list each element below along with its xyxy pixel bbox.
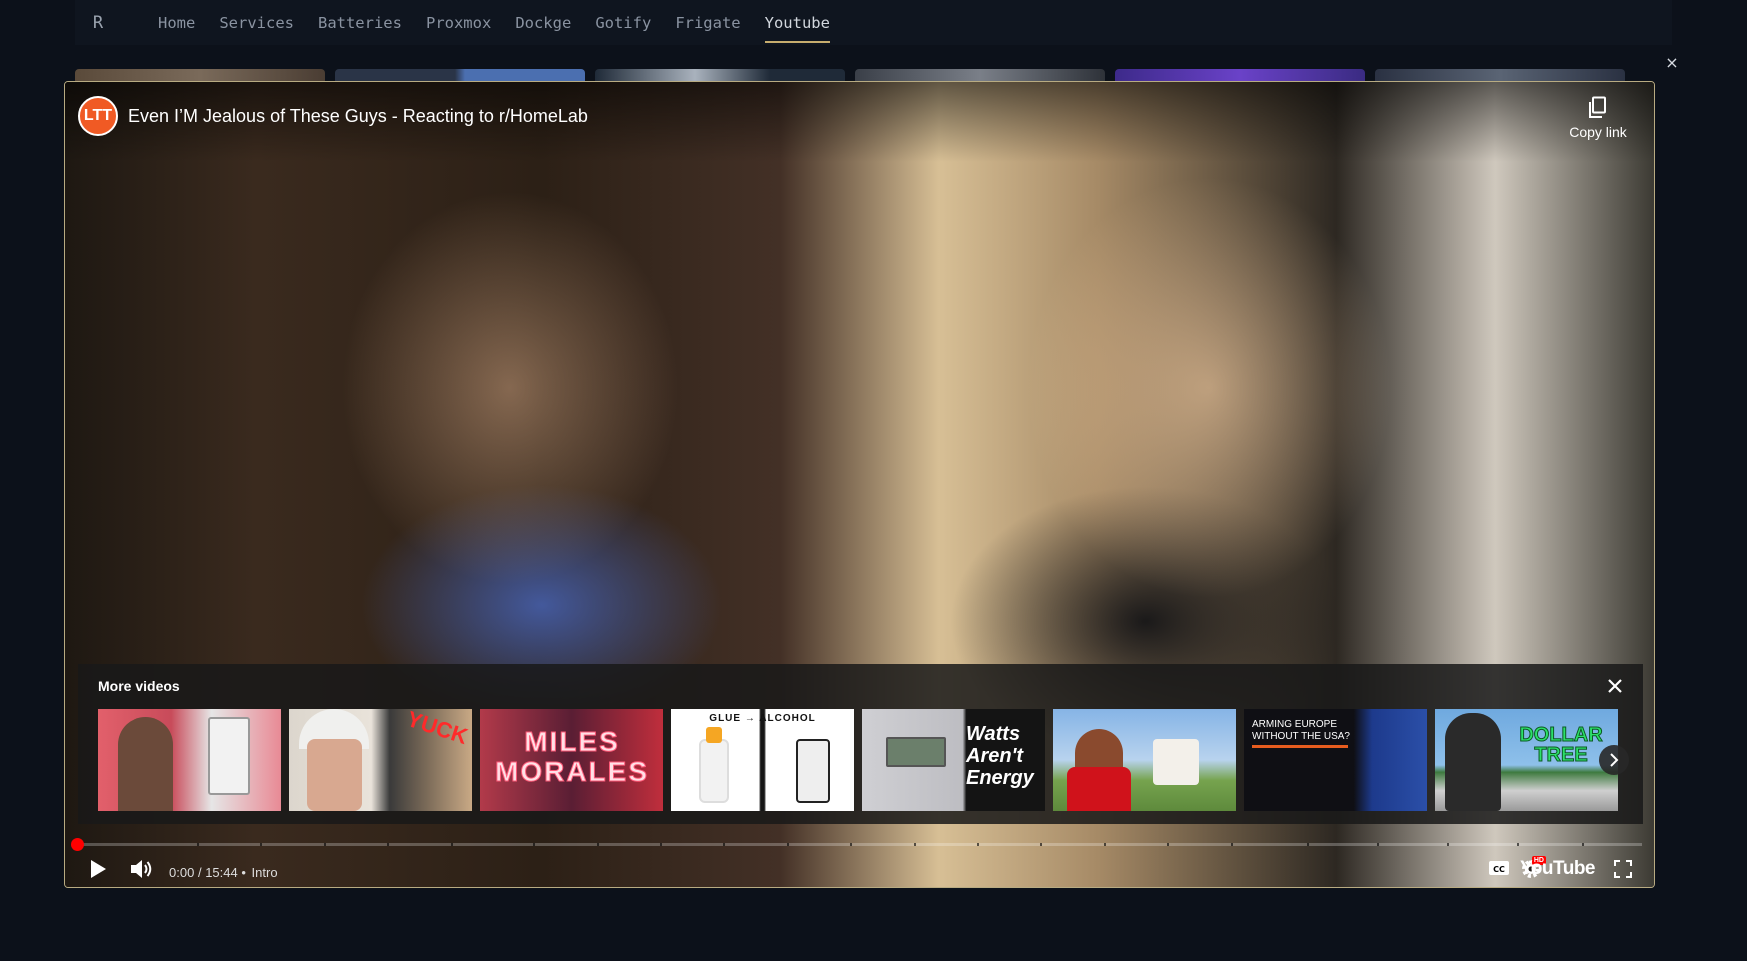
close-icon[interactable]: × (1663, 54, 1681, 72)
nav-tab-frigate[interactable]: Frigate (663, 0, 752, 45)
player-controls: 0:00 / 15:44 • Intro CC HD YouTube (65, 850, 1654, 887)
svg-text:CC: CC (1493, 865, 1505, 874)
chapter-marker (597, 843, 599, 846)
play-icon[interactable] (89, 859, 107, 879)
next-arrow-button[interactable] (1599, 745, 1629, 775)
volume-icon[interactable] (129, 858, 153, 880)
nav-tab-batteries[interactable]: Batteries (306, 0, 414, 45)
chapter-marker (1104, 843, 1106, 846)
youtube-player[interactable]: LTT Even I’M Jealous of These Guys - Rea… (64, 81, 1655, 888)
video-title[interactable]: Even I’M Jealous of These Guys - Reactin… (128, 106, 588, 127)
chapter-dot: • (241, 865, 246, 880)
more-videos-panel: More videos YUCK MILES MORALES GLUE → AL… (78, 664, 1643, 824)
chapter-marker (1231, 843, 1233, 846)
chapter-marker (1377, 843, 1379, 846)
top-nav-bar: R Home Services Batteries Proxmox Dockge… (75, 0, 1672, 45)
chapter-marker (533, 843, 535, 846)
video-thumbnail[interactable]: DOLLAR TREE (1435, 709, 1618, 811)
nav-tabs: Home Services Batteries Proxmox Dockge G… (146, 0, 842, 45)
thumbnail-caption: MILES MORALES (495, 726, 649, 787)
nav-tab-dockge[interactable]: Dockge (503, 0, 583, 45)
nav-tab-services[interactable]: Services (207, 0, 306, 45)
thumbnail-caption: YUCK (403, 709, 471, 750)
chapter-marker (1447, 843, 1449, 846)
time-separator: / (197, 865, 202, 880)
chapter-marker (1517, 843, 1519, 846)
video-thumbnail[interactable] (1053, 709, 1236, 811)
nav-tab-gotify[interactable]: Gotify (583, 0, 663, 45)
copy-icon (1589, 96, 1606, 118)
youtube-logo[interactable]: YouTube (1520, 858, 1595, 880)
fullscreen-icon[interactable] (1614, 860, 1632, 878)
video-thumbnail[interactable]: ARMING EUROPE WITHOUT THE USA? (1244, 709, 1427, 811)
chapter-marker (324, 843, 326, 846)
close-icon[interactable] (1603, 674, 1627, 698)
nav-tab-proxmox[interactable]: Proxmox (414, 0, 503, 45)
chapter-marker (387, 843, 389, 846)
thumbnail-caption: GLUE → ALCOHOL (709, 713, 816, 724)
chapter-marker (451, 843, 453, 846)
app-logo[interactable]: R (75, 13, 121, 33)
channel-avatar[interactable]: LTT (78, 96, 118, 136)
copy-link-label: Copy link (1569, 124, 1627, 140)
chevron-right-icon (1610, 753, 1619, 767)
video-thumbnail[interactable]: GLUE → ALCOHOL (671, 709, 854, 811)
chapter-marker (787, 843, 789, 846)
chapter-marker (1582, 843, 1584, 846)
more-videos-list: YUCK MILES MORALES GLUE → ALCOHOL Watts … (98, 709, 1618, 811)
time-display: 0:00 / 15:44 • Intro (169, 865, 278, 880)
video-thumbnail[interactable]: YUCK (289, 709, 472, 811)
nav-tab-home[interactable]: Home (146, 0, 207, 45)
thumbnail-caption: ARMING EUROPE WITHOUT THE USA? (1252, 719, 1350, 742)
chapter-marker (1167, 843, 1169, 846)
chapter-marker (723, 843, 725, 846)
chapter-marker (850, 843, 852, 846)
thumbnail-caption: Watts Aren't Energy (966, 723, 1034, 789)
chapter-marker (977, 843, 979, 846)
more-videos-title: More videos (98, 678, 180, 694)
video-thumbnail[interactable]: MILES MORALES (480, 709, 663, 811)
chapter-title[interactable]: Intro (252, 865, 278, 880)
video-thumbnail[interactable]: Watts Aren't Energy (862, 709, 1045, 811)
video-thumbnail[interactable] (98, 709, 281, 811)
chapter-marker (914, 843, 916, 846)
captions-icon[interactable]: CC (1488, 859, 1510, 877)
thumbnail-caption: DOLLAR TREE (1519, 724, 1603, 766)
nav-tab-youtube[interactable]: Youtube (753, 0, 842, 45)
chapter-marker (197, 843, 199, 846)
time-total: 15:44 (205, 865, 238, 880)
chapter-marker (1307, 843, 1309, 846)
chapter-marker (1040, 843, 1042, 846)
chapter-marker (260, 843, 262, 846)
copy-link-button[interactable]: Copy link (1562, 96, 1634, 142)
chapter-marker (660, 843, 662, 846)
player-title-bar: LTT Even I’M Jealous of These Guys - Rea… (65, 82, 1654, 162)
time-current: 0:00 (169, 865, 195, 880)
progress-bar[interactable] (77, 843, 1642, 846)
